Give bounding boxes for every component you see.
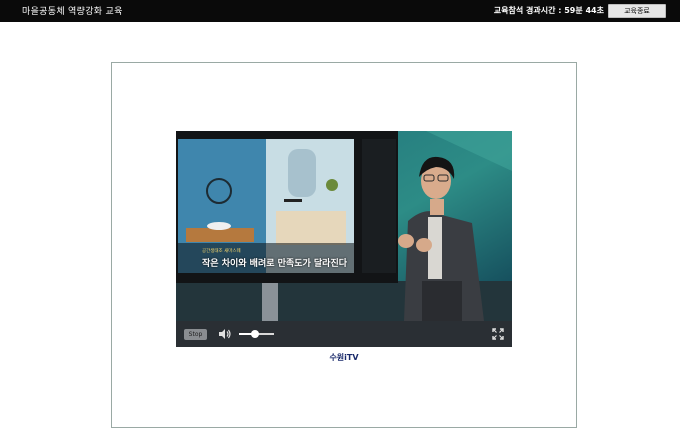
top-bar: 마을공동체 역량강화 교육 교육참석 경과시간 : 59분 44초 교육종료 [0, 0, 680, 22]
video-player[interactable]: 공간생태조 새마스웨 작은 차이와 배려로 만족도가 달라진다 Stop [176, 131, 512, 347]
fullscreen-icon[interactable] [492, 328, 504, 340]
elapsed-time: 교육참석 경과시간 : 59분 44초 [493, 6, 604, 15]
video-frame [176, 131, 512, 321]
channel-brand: 수원iTV [329, 353, 359, 362]
end-education-button[interactable]: 교육종료 [608, 4, 666, 18]
volume-icon[interactable] [218, 328, 232, 340]
video-caption-main: 작은 차이와 배려로 만족도가 달라진다 [202, 259, 348, 269]
stop-button[interactable]: Stop [184, 329, 207, 340]
video-caption-small: 공간생태조 새마스웨 [202, 249, 241, 254]
volume-handle[interactable] [250, 330, 259, 338]
volume-slider[interactable] [239, 330, 274, 338]
player-controls: Stop [176, 321, 512, 347]
page-title: 마을공동체 역량강화 교육 [22, 7, 123, 17]
